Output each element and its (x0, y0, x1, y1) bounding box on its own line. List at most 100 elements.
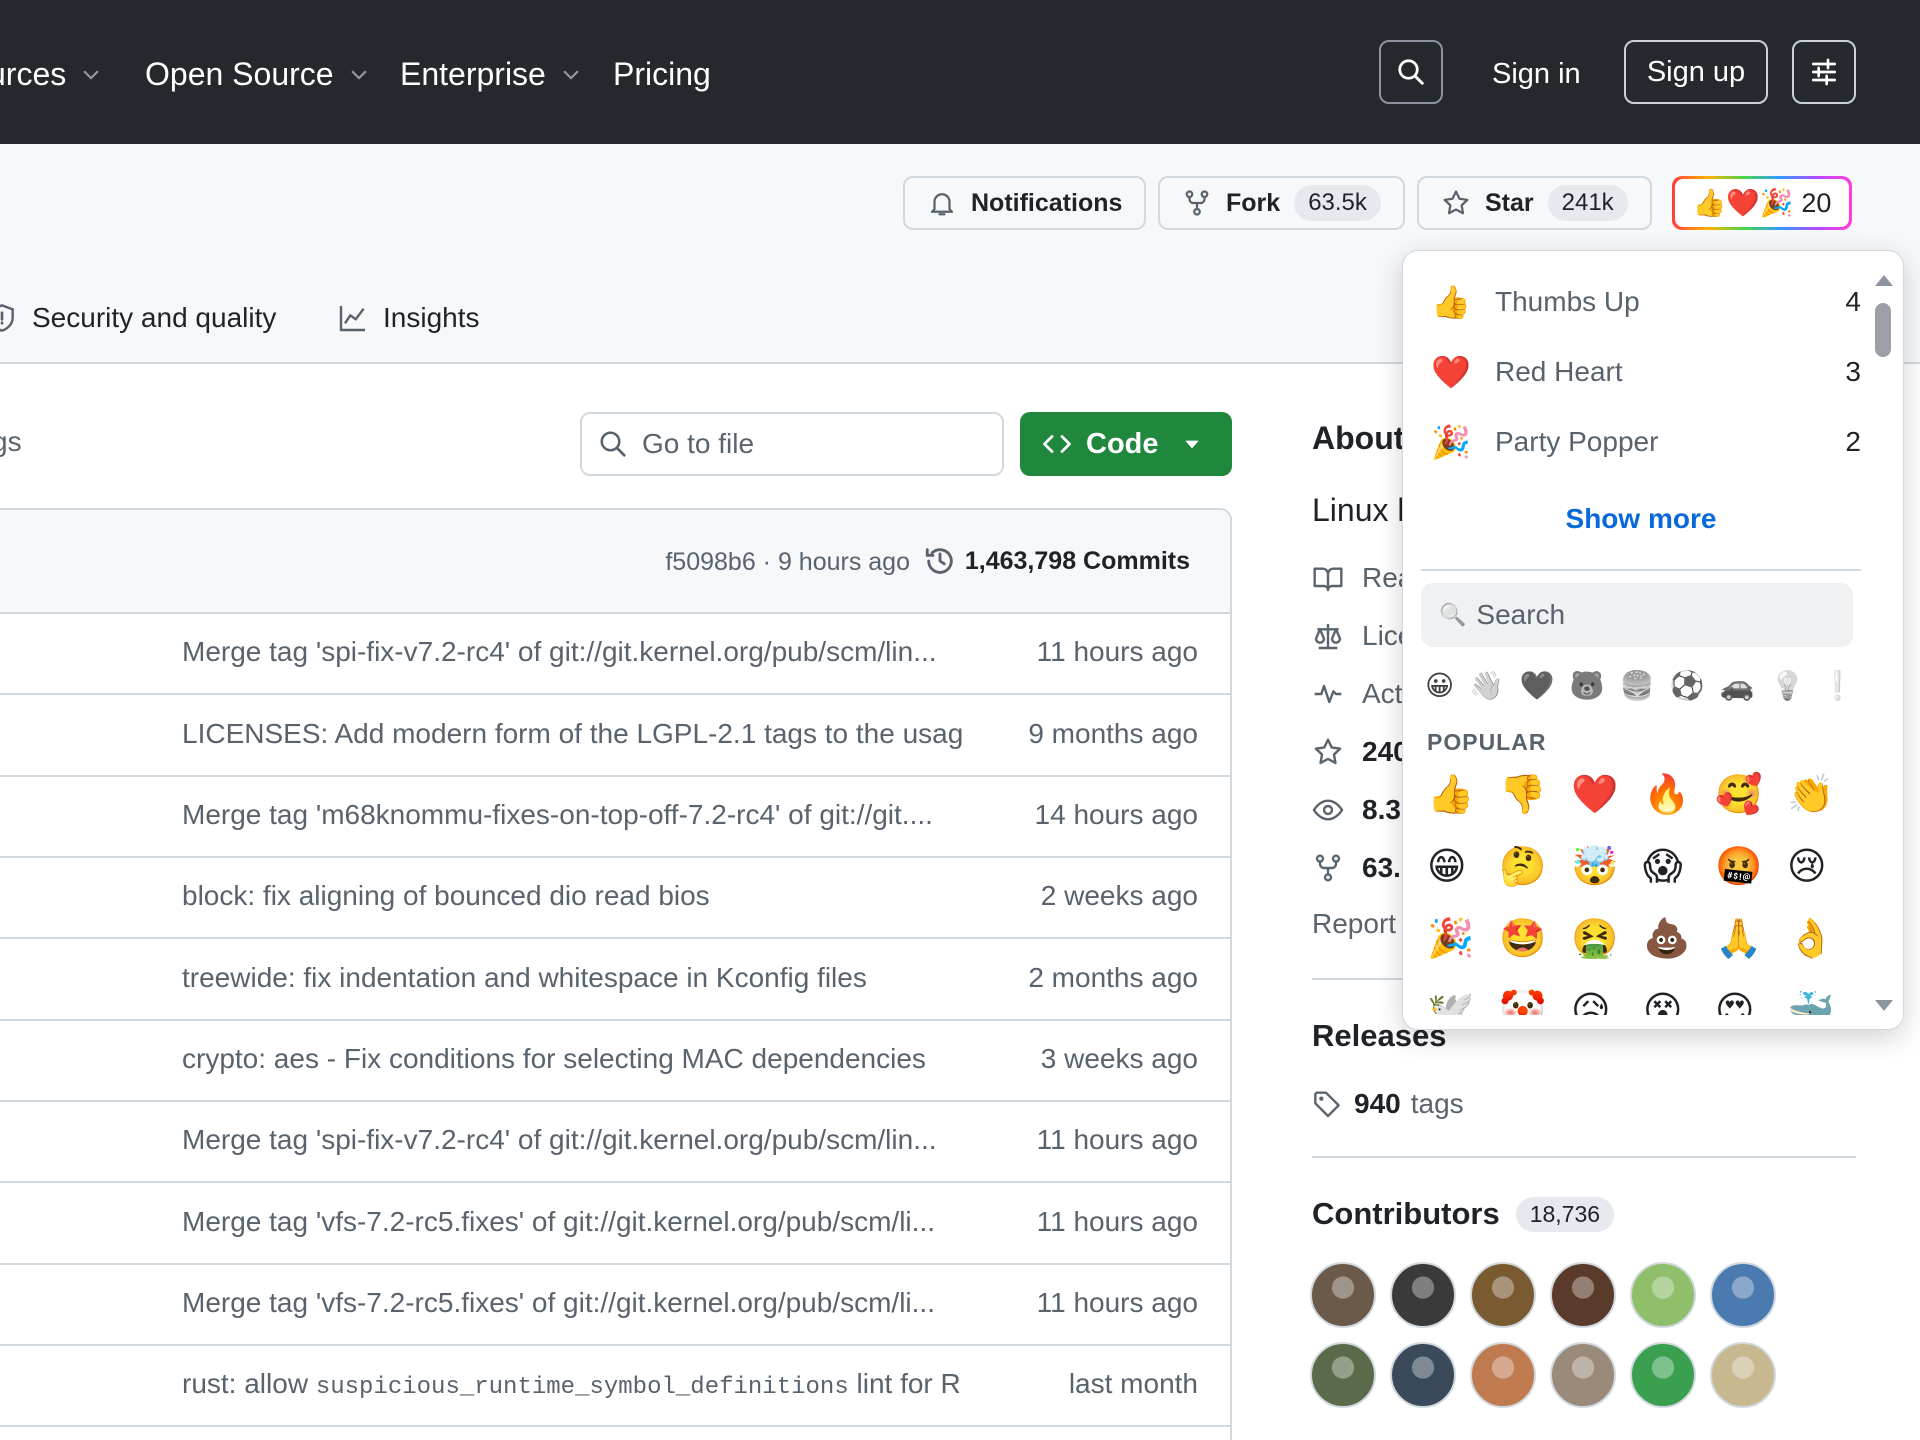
emoji-option[interactable]: 🤯 (1571, 843, 1643, 891)
emoji-option[interactable]: 🐳 (1787, 987, 1859, 1015)
emoji-option[interactable]: 🤬 (1715, 843, 1787, 891)
table-row[interactable]: Merge tag 'vfs-7.2-rc5.fixes' of git://g… (0, 1265, 1230, 1346)
table-row[interactable]: rust: allow suspicious_runtime_symbol_de… (0, 1346, 1230, 1427)
table-row[interactable]: crypto: aes - Fix conditions for selecti… (0, 1021, 1230, 1102)
reaction-row-red-heart[interactable]: ❤️ Red Heart 3 (1431, 347, 1861, 397)
fork-button[interactable]: Fork 63.5k (1158, 176, 1405, 230)
emoji-category-tab[interactable]: 💡 (1770, 669, 1805, 702)
table-row[interactable]: Merge tag 'spi-fix-v7.2-rc4' of git://gi… (0, 614, 1230, 695)
avatar[interactable] (1390, 1342, 1456, 1408)
forks-link[interactable]: 63. (1312, 848, 1401, 888)
emoji-category-tab[interactable]: 🐻 (1570, 669, 1605, 702)
table-row[interactable]: block: fix aligning of bounced dio read … (0, 858, 1230, 939)
scroll-down-arrow-icon[interactable] (1875, 1000, 1893, 1011)
avatar[interactable] (1630, 1262, 1696, 1328)
notifications-button[interactable]: Notifications (903, 176, 1147, 230)
reactions-button[interactable]: 👍❤️🎉 20 (1672, 176, 1852, 230)
emoji-option[interactable]: 😍 (1715, 987, 1787, 1015)
emoji-option[interactable]: 😢 (1787, 843, 1859, 891)
commit-message[interactable]: Merge tag 'spi-fix-v7.2-rc4' of git://gi… (182, 636, 937, 668)
emoji-option[interactable]: 👎 (1499, 771, 1571, 819)
nav-pricing[interactable]: Pricing (613, 50, 711, 98)
stars-link[interactable]: 240 (1312, 732, 1409, 772)
menu-button[interactable] (1792, 40, 1856, 104)
star-button[interactable]: Star 241k (1417, 176, 1652, 230)
commit-message[interactable]: block: fix aligning of bounced dio read … (182, 880, 710, 912)
branches-link[interactable]: gs (0, 426, 22, 458)
tab-security[interactable]: Security and quality (0, 296, 276, 340)
scroll-thumb[interactable] (1875, 303, 1891, 357)
commit-message[interactable]: Merge tag 'vfs-7.2-rc5.fixes' of git://g… (182, 1287, 935, 1319)
emoji-option[interactable]: ❤️ (1571, 771, 1643, 819)
commit-message[interactable]: rust: allow suspicious_runtime_symbol_de… (182, 1368, 962, 1401)
avatar[interactable] (1550, 1342, 1616, 1408)
emoji-option[interactable]: 🥰 (1715, 771, 1787, 819)
table-row[interactable]: treewide: fix indentation and whitespace… (0, 940, 1230, 1021)
avatar[interactable] (1710, 1342, 1776, 1408)
emoji-option[interactable]: 🎉 (1427, 915, 1499, 963)
table-row[interactable]: Merge tag 'm68knommu-fixes-on-top-off-7.… (0, 777, 1230, 858)
emoji-option[interactable]: 🙏 (1715, 915, 1787, 963)
search-button[interactable] (1379, 40, 1443, 104)
avatar[interactable] (1470, 1342, 1536, 1408)
table-row[interactable]: Merge tag 'vfs-7.2-rc5.fixes' of git://g… (0, 1184, 1230, 1265)
go-to-file-input[interactable]: Go to file (580, 412, 1004, 476)
emoji-option[interactable]: 🤩 (1499, 915, 1571, 963)
watchers-link[interactable]: 8.3 (1312, 790, 1401, 830)
emoji-option[interactable]: 😥 (1571, 987, 1643, 1015)
avatar[interactable] (1710, 1262, 1776, 1328)
readme-link[interactable]: Rea (1312, 558, 1413, 598)
emoji-option[interactable]: 🤮 (1571, 915, 1643, 963)
nav-open-source[interactable]: Open Source (145, 50, 370, 98)
sign-in-link[interactable]: Sign in (1492, 50, 1581, 98)
emoji-option[interactable]: 🔥 (1643, 771, 1715, 819)
emoji-option[interactable]: 🤔 (1499, 843, 1571, 891)
reaction-row-party-popper[interactable]: 🎉 Party Popper 2 (1431, 417, 1861, 467)
emoji-option[interactable]: 😵 (1643, 987, 1715, 1015)
emoji-option[interactable]: 😁 (1427, 843, 1499, 891)
commits-link[interactable]: 1,463,798 Commits (923, 544, 1190, 578)
avatar[interactable] (1630, 1342, 1696, 1408)
report-link[interactable]: Report (1312, 908, 1396, 940)
latest-commit-info[interactable]: f5098b6 · 9 hours ago (665, 548, 910, 577)
emoji-category-tab[interactable]: 👋 (1469, 669, 1504, 702)
emoji-option[interactable]: 👍 (1427, 771, 1499, 819)
table-row[interactable]: Merge tag 'spi-fix-v7.2-rc4' of git://gi… (0, 1102, 1230, 1183)
avatar[interactable] (1310, 1342, 1376, 1408)
emoji-category-tab[interactable]: 🍔 (1620, 669, 1655, 702)
emoji-category-tab[interactable]: ❕ (1820, 669, 1855, 702)
commit-message[interactable]: Merge tag 'vfs-7.2-rc5.fixes' of git://g… (182, 1206, 935, 1238)
activity-link[interactable]: Act (1312, 674, 1402, 714)
show-more-link[interactable]: Show more (1403, 503, 1879, 535)
emoji-category-tab[interactable]: 🚗 (1720, 669, 1755, 702)
emoji-category-tab[interactable]: 🖤 (1520, 669, 1555, 702)
commit-message[interactable]: Merge tag 'm68knommu-fixes-on-top-off-7.… (182, 799, 933, 831)
emoji-option[interactable]: 🤡 (1499, 987, 1571, 1015)
emoji-option[interactable]: 🕊️ (1427, 987, 1499, 1015)
emoji-option[interactable]: 💩 (1643, 915, 1715, 963)
emoji-search-input[interactable]: 🔍 Search (1421, 583, 1853, 647)
tab-insights[interactable]: Insights (337, 296, 480, 340)
emoji-option[interactable]: 😱 (1643, 843, 1715, 891)
code-button[interactable]: Code (1020, 412, 1232, 476)
emoji-option[interactable]: 👏 (1787, 771, 1859, 819)
scroll-up-arrow-icon[interactable] (1875, 275, 1893, 286)
table-row[interactable]: LICENSES: Add modern form of the LGPL-2.… (0, 696, 1230, 777)
emoji-option[interactable]: 👌 (1787, 915, 1859, 963)
avatar[interactable] (1550, 1262, 1616, 1328)
commit-message[interactable]: crypto: aes - Fix conditions for selecti… (182, 1043, 926, 1075)
avatar[interactable] (1310, 1262, 1376, 1328)
commit-message[interactable]: LICENSES: Add modern form of the LGPL-2.… (182, 718, 962, 750)
emoji-category-tab[interactable]: ⚽ (1670, 669, 1705, 702)
nav-resources[interactable]: urces (0, 50, 102, 98)
sign-up-button[interactable]: Sign up (1624, 40, 1768, 104)
nav-enterprise[interactable]: Enterprise (400, 50, 582, 98)
license-link[interactable]: Lice (1312, 616, 1413, 656)
emoji-category-tab[interactable]: 😀 (1425, 669, 1454, 702)
popover-scrollbar[interactable] (1873, 275, 1893, 1011)
avatar[interactable] (1470, 1262, 1536, 1328)
commit-message[interactable]: treewide: fix indentation and whitespace… (182, 962, 867, 994)
tags-link[interactable]: 940 tags (1312, 1088, 1464, 1120)
contributors-heading[interactable]: Contributors 18,736 (1312, 1196, 1615, 1232)
commit-message[interactable]: Merge tag 'spi-fix-v7.2-rc4' of git://gi… (182, 1124, 937, 1156)
